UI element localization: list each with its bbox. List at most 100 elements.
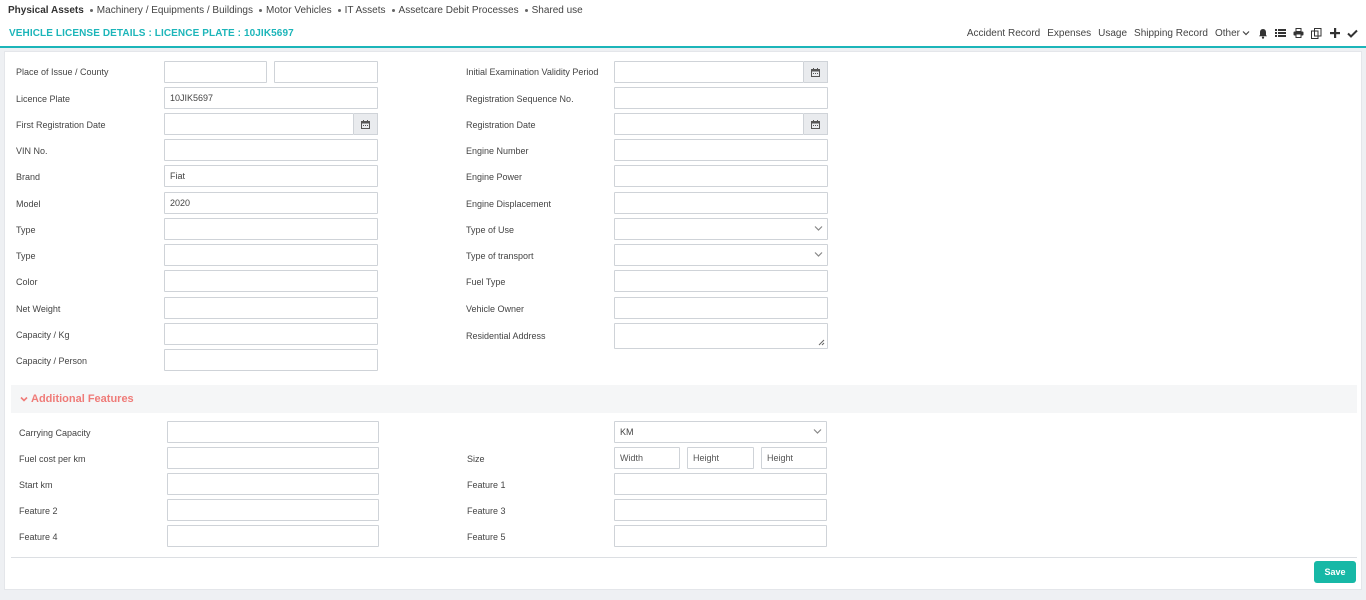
additional-features-title: Additional Features <box>31 393 134 405</box>
top-nav: Physical Assets Machinery / Equipments /… <box>0 0 1366 20</box>
fuel-type-label: Fuel Type <box>466 277 506 287</box>
usage-link[interactable]: Usage <box>1098 28 1127 39</box>
engine-number-input[interactable] <box>614 139 828 161</box>
feature-1-label: Feature 1 <box>467 480 506 490</box>
start-km-label: Start km <box>19 480 53 490</box>
registration-seq-label: Registration Sequence No. <box>466 94 574 104</box>
page-header: VEHICLE LICENSE DETAILS : LICENCE PLATE … <box>0 20 1366 48</box>
brand-input[interactable]: Fiat <box>164 165 378 187</box>
feature-4-input[interactable] <box>167 525 379 547</box>
capacity-person-input[interactable] <box>164 349 378 371</box>
feature-3-label: Feature 3 <box>467 506 506 516</box>
net-weight-input[interactable] <box>164 297 378 319</box>
size-width-input[interactable]: Width <box>614 447 680 469</box>
calendar-icon[interactable] <box>804 113 828 135</box>
model-label: Model <box>16 199 41 209</box>
registration-date-label: Registration Date <box>466 120 536 130</box>
plus-icon[interactable] <box>1329 28 1340 39</box>
nav-physical-assets[interactable]: Physical Assets <box>8 5 84 16</box>
county-input[interactable] <box>274 61 378 83</box>
registration-date-input[interactable] <box>614 113 804 135</box>
nav-it-assets[interactable]: IT Assets <box>337 5 386 16</box>
feature-2-input[interactable] <box>167 499 379 521</box>
carrying-capacity-input[interactable] <box>167 421 379 443</box>
vin-input[interactable] <box>164 139 378 161</box>
chevron-down-icon <box>814 226 823 231</box>
residential-address-textarea[interactable] <box>614 323 828 349</box>
color-input[interactable] <box>164 270 378 292</box>
unit-select[interactable]: KM <box>614 421 827 443</box>
net-weight-label: Net Weight <box>16 304 61 314</box>
divider <box>11 557 1357 558</box>
feature-4-label: Feature 4 <box>19 532 58 542</box>
page-title: VEHICLE LICENSE DETAILS : LICENCE PLATE … <box>9 27 294 39</box>
feature-5-input[interactable] <box>614 525 827 547</box>
chevron-down-icon <box>20 396 28 402</box>
chevron-down-icon <box>813 429 822 434</box>
first-registration-date-label: First Registration Date <box>16 120 106 130</box>
brand-label: Brand <box>16 172 41 182</box>
calendar-icon[interactable] <box>354 113 378 135</box>
licence-plate-input[interactable]: 10JIK5697 <box>164 87 378 109</box>
registration-seq-input[interactable] <box>614 87 828 109</box>
nav-machinery-label: Machinery / Equipments / Buildings <box>96 4 253 16</box>
resize-grip-icon[interactable] <box>818 339 825 346</box>
color-label: Color <box>16 277 38 287</box>
fuel-cost-label: Fuel cost per km <box>19 454 86 464</box>
other-dropdown[interactable]: Other <box>1215 28 1250 39</box>
additional-features-toggle[interactable]: Additional Features <box>11 385 1357 413</box>
residential-address-label: Residential Address <box>466 331 546 341</box>
other-label: Other <box>1214 27 1240 39</box>
place-of-issue-label: Place of Issue / County <box>16 67 109 77</box>
licence-plate-label: Licence Plate <box>16 94 71 104</box>
first-registration-date-input[interactable] <box>164 113 354 135</box>
place-of-issue-input[interactable] <box>164 61 267 83</box>
type-input[interactable] <box>164 218 378 240</box>
feature-1-input[interactable] <box>614 473 827 495</box>
type-label-2: Type <box>16 251 36 261</box>
check-icon[interactable] <box>1347 28 1358 39</box>
chevron-down-icon <box>814 252 823 257</box>
engine-power-input[interactable] <box>614 165 828 187</box>
nav-assetcare-debit[interactable]: Assetcare Debit Processes <box>391 5 519 16</box>
fuel-cost-input[interactable] <box>167 447 379 469</box>
capacity-person-label: Capacity / Person <box>16 356 88 366</box>
type-input-2[interactable] <box>164 244 378 266</box>
start-km-input[interactable] <box>167 473 379 495</box>
feature-3-input[interactable] <box>614 499 827 521</box>
expenses-link[interactable]: Expenses <box>1047 28 1091 39</box>
size-height-input-2[interactable]: Height <box>761 447 827 469</box>
chevron-down-icon <box>1242 31 1250 36</box>
accident-record-link[interactable]: Accident Record <box>967 28 1040 39</box>
vehicle-owner-input[interactable] <box>614 297 828 319</box>
header-actions: Accident Record Expenses Usage Shipping … <box>960 27 1358 39</box>
nav-machinery[interactable]: Machinery / Equipments / Buildings <box>89 4 253 16</box>
print-icon[interactable] <box>1293 28 1304 39</box>
capacity-kg-input[interactable] <box>164 323 378 345</box>
feature-2-label: Feature 2 <box>19 506 58 516</box>
form-card: Place of Issue / County Licence Plate 10… <box>4 51 1362 590</box>
initial-exam-input[interactable] <box>614 61 804 83</box>
model-input[interactable]: 2020 <box>164 192 378 214</box>
bullet-icon <box>391 8 395 12</box>
bullet-icon <box>258 8 262 12</box>
shipping-record-link[interactable]: Shipping Record <box>1134 28 1208 39</box>
type-of-transport-select[interactable] <box>614 244 828 266</box>
save-button[interactable]: Save <box>1314 561 1356 583</box>
size-height-input[interactable]: Height <box>687 447 754 469</box>
nav-shared-use[interactable]: Shared use <box>524 5 583 16</box>
vin-label: VIN No. <box>16 146 48 156</box>
nav-motor-vehicles[interactable]: Motor Vehicles <box>258 5 332 16</box>
list-icon[interactable] <box>1275 28 1286 39</box>
fuel-type-input[interactable] <box>614 270 828 292</box>
copy-icon[interactable] <box>1311 27 1322 39</box>
feature-5-label: Feature 5 <box>467 532 506 542</box>
bell-icon[interactable] <box>1257 28 1268 39</box>
engine-displacement-label: Engine Displacement <box>466 199 552 209</box>
unit-select-value: KM <box>620 427 634 437</box>
type-of-use-select[interactable] <box>614 218 828 240</box>
calendar-icon[interactable] <box>804 61 828 83</box>
capacity-kg-label: Capacity / Kg <box>16 330 70 340</box>
type-of-transport-label: Type of transport <box>466 251 534 261</box>
engine-displacement-input[interactable] <box>614 192 828 214</box>
